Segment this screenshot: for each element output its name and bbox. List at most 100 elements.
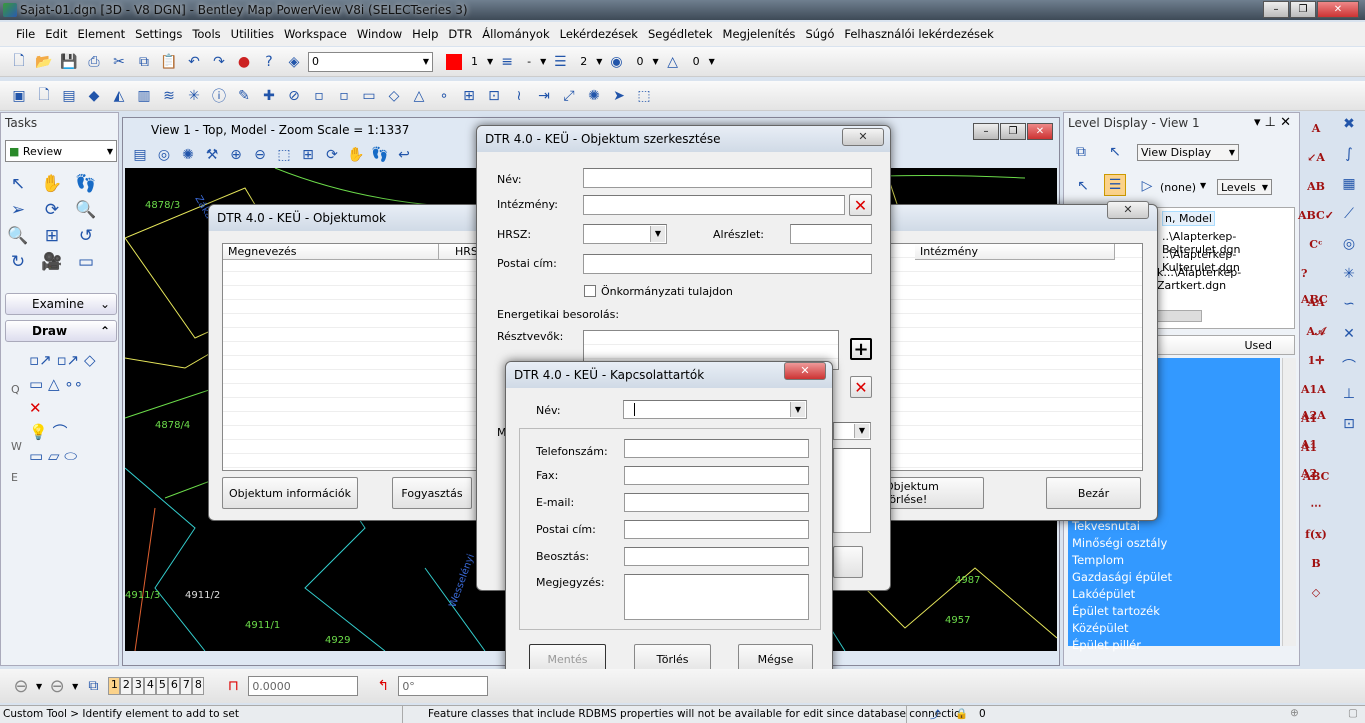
fence-stretch-icon[interactable]: ▭ <box>358 85 380 107</box>
panel-close-icon[interactable]: ▾ ⊥ ✕ <box>1254 115 1291 130</box>
tree-item[interactable]: n, Model <box>1162 211 1215 226</box>
column-intezmeny[interactable]: Intézmény <box>915 244 1115 260</box>
bulb-tool-icon[interactable]: 💡 <box>29 423 48 441</box>
copy-element-icon[interactable]: ⊡ <box>483 85 505 107</box>
view-attributes-icon[interactable]: ▤ <box>129 144 151 166</box>
transparency-value[interactable]: 0 <box>630 55 649 68</box>
examine-section[interactable]: Examine ⌄ <box>5 293 117 315</box>
menu-1[interactable]: Edit <box>45 27 67 41</box>
text-tool-icon[interactable]: ABC <box>1303 464 1330 490</box>
level-item[interactable]: Gazdasági épület <box>1068 569 1280 586</box>
maximize-button[interactable]: ❐ <box>1290 1 1316 18</box>
dropdown-arrow-icon[interactable]: ▼ <box>596 57 602 66</box>
szerkesztes-action-button[interactable] <box>833 546 863 578</box>
copy-icon[interactable]: ⧉ <box>133 51 155 73</box>
window-area-icon[interactable]: 🔍 <box>7 225 29 247</box>
view-groups-icon[interactable]: ⧉ <box>82 675 104 697</box>
level-item[interactable]: Középület <box>1068 620 1280 637</box>
undo-icon[interactable]: ↶ <box>183 51 205 73</box>
modify-fence-tool-icon[interactable]: ▫↗ <box>57 351 80 369</box>
email-input[interactable] <box>624 493 809 512</box>
help-icon[interactable]: ? <box>258 51 280 73</box>
hrsz-dropdown[interactable]: ▼ <box>583 224 667 244</box>
render-icon[interactable]: ● <box>233 51 255 73</box>
view-7-button[interactable]: 7 <box>180 677 193 695</box>
layers-icon[interactable]: ≋ <box>158 85 180 107</box>
snap-tool-icon[interactable]: ∽ <box>1343 296 1355 318</box>
view-close[interactable]: ✕ <box>1027 123 1053 140</box>
kapcsolat-close[interactable]: ✕ <box>784 362 826 380</box>
group-icon[interactable]: ⊞ <box>458 85 480 107</box>
view-display-dropdown[interactable]: View Display ▼ <box>1137 144 1239 161</box>
level-item[interactable]: Templom <box>1068 552 1280 569</box>
brush-icon[interactable]: ⚒ <box>201 144 223 166</box>
level-item[interactable]: Épület pillér <box>1068 637 1280 654</box>
snap-tool-icon[interactable]: ⊥ <box>1343 386 1355 408</box>
triangle-tool-icon[interactable]: △ <box>48 375 60 393</box>
level-item[interactable]: Minőségi osztály <box>1068 535 1280 552</box>
level-manager-icon[interactable]: ▥ <box>133 85 155 107</box>
view-6-button[interactable]: 6 <box>168 677 181 695</box>
text-tool-icon[interactable]: ⋯ <box>1311 493 1322 519</box>
line-weight-value[interactable]: 2 <box>574 55 593 68</box>
fit-view-icon[interactable]: ⊞ <box>41 225 63 247</box>
cut-icon[interactable]: ✂ <box>108 51 130 73</box>
text-tool-icon[interactable]: A1A A2A <box>1301 377 1331 422</box>
telefon-input[interactable] <box>624 439 809 458</box>
snap-tool-icon[interactable]: ✕ <box>1343 326 1355 348</box>
dropdown-arrow-icon[interactable]: ▼ <box>487 57 493 66</box>
text-tool-icon[interactable]: Cᶜ <box>1309 232 1322 258</box>
rectangle-tool-icon[interactable]: ▭ <box>29 447 43 465</box>
back-icon[interactable]: ⊖ <box>10 675 32 697</box>
megjegyzes-input[interactable] <box>624 574 809 620</box>
design-history-icon[interactable]: ⊕ <box>1290 707 1299 719</box>
select-view-icon[interactable]: ↖ <box>1104 141 1126 163</box>
fly-icon[interactable]: ➢ <box>7 199 29 221</box>
horizontal-scrollbar[interactable] <box>1157 310 1202 322</box>
view-previous-icon[interactable]: ↺ <box>75 225 97 247</box>
level-dropdown[interactable]: 0 ▼ <box>308 51 433 72</box>
text-tool-icon[interactable]: AB <box>1307 174 1325 200</box>
window-area-icon[interactable]: ⬚ <box>273 144 295 166</box>
triangle-icon[interactable]: △ <box>408 85 430 107</box>
fence-stretch-icon[interactable]: ◇ <box>84 351 96 369</box>
text-tool-icon[interactable]: ?ABC <box>1301 261 1331 306</box>
place-fence-icon[interactable]: ▫ <box>308 85 330 107</box>
level-item[interactable]: Épület tartozék <box>1068 603 1280 620</box>
transparency-icon[interactable]: ◉ <box>605 51 627 73</box>
views-icon[interactable]: ⧉ <box>1070 141 1092 163</box>
tree-item[interactable]: k...\Alapterkep-Zartkert.dgn <box>1157 266 1294 292</box>
references-icon[interactable]: ▤ <box>58 85 80 107</box>
menu-10[interactable]: Állományok <box>482 27 549 41</box>
snap-tool-icon[interactable]: ⊡ <box>1343 416 1355 438</box>
open-folder-icon[interactable]: 📂 <box>33 51 55 73</box>
kapcsolat-nev-dropdown[interactable]: ▼ <box>623 400 807 419</box>
nev-input[interactable] <box>583 168 872 188</box>
view-1-button[interactable]: 1 <box>108 677 121 695</box>
delete-icon[interactable]: ✕ <box>29 399 42 417</box>
menu-13[interactable]: Megjelenítés <box>723 27 796 41</box>
level-select-icon[interactable]: ↖ <box>1072 175 1094 197</box>
rotate-icon[interactable]: ⟳ <box>321 144 343 166</box>
select-element-icon[interactable]: ↖ <box>7 173 29 195</box>
szerkesztes-close[interactable]: ✕ <box>842 128 884 146</box>
intezmeny-input[interactable] <box>583 195 845 215</box>
snap-tool-icon[interactable]: ◎ <box>1343 236 1355 258</box>
clear-intezmeny-button[interactable]: ✕ <box>849 194 872 216</box>
mirror-icon[interactable]: ⇥ <box>533 85 555 107</box>
snap-tool-icon[interactable]: ✳ <box>1343 266 1355 288</box>
select-arrow-icon[interactable]: ➤ <box>608 85 630 107</box>
menu-14[interactable]: Súgó <box>805 27 834 41</box>
snap-tool-icon[interactable]: ∫ <box>1345 146 1352 168</box>
angle-input[interactable]: 0° <box>398 676 489 696</box>
alreszlet-input[interactable] <box>790 224 872 244</box>
new-file-icon[interactable]: 🗋 <box>8 51 30 73</box>
levels-dropdown[interactable]: Levels ▼ <box>1217 179 1272 195</box>
walk-icon[interactable]: 👣 <box>369 144 391 166</box>
raster-icon[interactable]: ◆ <box>83 85 105 107</box>
text-tool-icon[interactable]: ◇ <box>1312 580 1320 606</box>
vertical-scrollbar[interactable] <box>1282 358 1296 646</box>
arc-icon[interactable]: ◇ <box>383 85 405 107</box>
zoom-out-icon[interactable]: ⊖ <box>249 144 271 166</box>
menu-2[interactable]: Element <box>78 27 126 41</box>
